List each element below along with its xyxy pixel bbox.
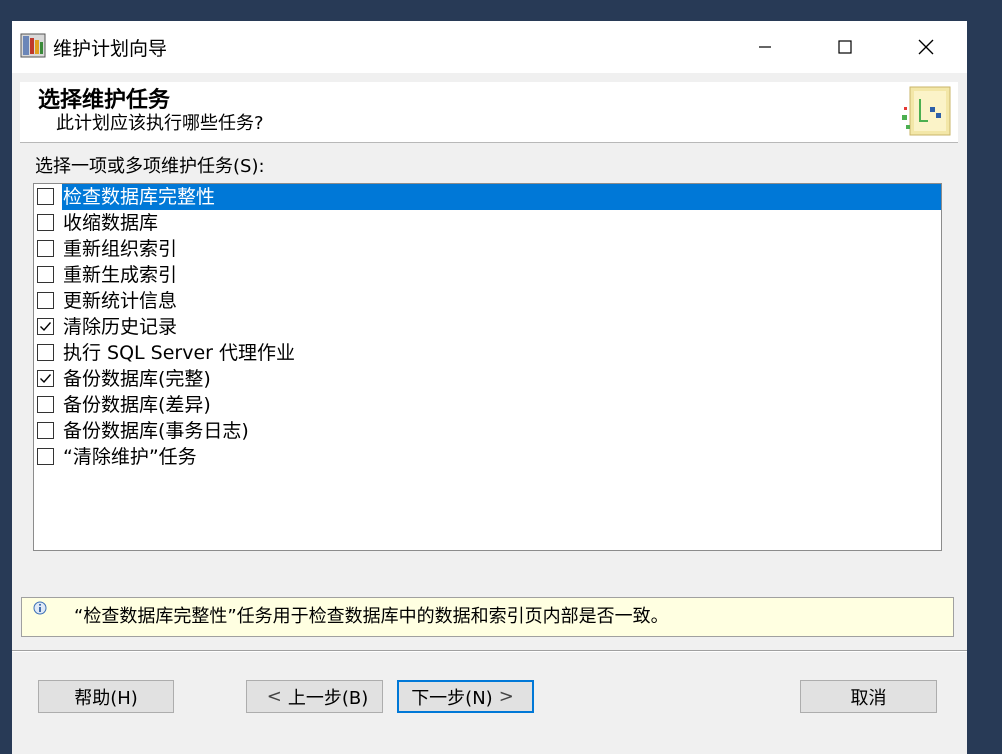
wizard-header: 选择维护任务 此计划应该执行哪些任务? [20, 82, 958, 143]
info-icon [33, 601, 47, 615]
list-item[interactable]: 执行 SQL Server 代理作业 [34, 340, 941, 366]
list-item[interactable]: 备份数据库(差异) [34, 392, 941, 418]
maximize-icon [838, 40, 852, 54]
task-description: “检查数据库完整性”任务用于检查数据库中的数据和索引页内部是否一致。 [74, 606, 669, 627]
list-item[interactable]: 清除历史记录 [34, 314, 941, 340]
next-button[interactable]: 下一步(N) > [397, 680, 534, 713]
window-title: 维护计划向导 [53, 38, 168, 60]
task-description-panel: “检查数据库完整性”任务用于检查数据库中的数据和索引页内部是否一致。 [21, 597, 954, 637]
back-button-label: 上一步(B) [287, 687, 369, 709]
task-checkbox[interactable] [37, 266, 54, 283]
list-item[interactable]: 重新组织索引 [34, 236, 941, 262]
list-item[interactable]: 重新生成索引 [34, 262, 941, 288]
cancel-button-label: 取消 [850, 687, 887, 709]
list-item[interactable]: 备份数据库(事务日志) [34, 418, 941, 444]
list-item[interactable]: 收缩数据库 [34, 210, 941, 236]
minimize-button[interactable] [739, 21, 791, 73]
task-label: 备份数据库(完整) [63, 368, 211, 390]
chevron-left-icon: < [266, 686, 282, 707]
task-checkbox[interactable] [37, 370, 54, 387]
checkmark-icon [40, 322, 52, 332]
page-subtitle: 此计划应该执行哪些任务? [56, 113, 264, 134]
minimize-icon [759, 46, 771, 48]
next-button-label: 下一步(N) [411, 687, 493, 709]
help-button[interactable]: 帮助(H) [38, 680, 174, 713]
close-button[interactable] [900, 21, 952, 73]
task-list-label: 选择一项或多项维护任务(S): [35, 156, 265, 177]
task-label: 收缩数据库 [63, 212, 159, 234]
help-button-label: 帮助(H) [74, 687, 138, 709]
list-item[interactable]: 检查数据库完整性 [34, 184, 941, 210]
task-label: 备份数据库(差异) [63, 394, 211, 416]
wizard-graphic-icon [902, 86, 951, 136]
list-item[interactable]: 更新统计信息 [34, 288, 941, 314]
cancel-button[interactable]: 取消 [800, 680, 937, 713]
task-checkbox[interactable] [37, 344, 54, 361]
task-label: 重新生成索引 [63, 264, 178, 286]
task-checkbox[interactable] [37, 240, 54, 257]
checkmark-icon [40, 374, 52, 384]
task-checkbox[interactable] [37, 214, 54, 231]
task-checkbox[interactable] [37, 422, 54, 439]
close-icon [918, 39, 934, 55]
task-label: 重新组织索引 [63, 238, 178, 260]
list-item[interactable]: “清除维护”任务 [34, 444, 941, 470]
divider [12, 650, 967, 652]
task-checkbox[interactable] [37, 318, 54, 335]
maximize-button[interactable] [819, 21, 871, 73]
task-label: 检查数据库完整性 [62, 184, 941, 210]
task-label: 备份数据库(事务日志) [63, 420, 249, 442]
title-bar[interactable]: 维护计划向导 [12, 21, 967, 73]
task-checkbox[interactable] [37, 448, 54, 465]
task-label: 执行 SQL Server 代理作业 [63, 342, 296, 364]
task-checkbox[interactable] [37, 292, 54, 309]
task-label: 清除历史记录 [63, 316, 178, 338]
app-icon [20, 33, 46, 58]
task-label: “清除维护”任务 [63, 446, 197, 468]
back-button[interactable]: < 上一步(B) [246, 680, 383, 713]
task-checkbox[interactable] [37, 396, 54, 413]
wizard-window: 维护计划向导 选择维护任务 此计划应该执行哪些任务? 选择一项或多项维护任务(S… [12, 21, 967, 754]
task-label: 更新统计信息 [63, 290, 178, 312]
list-item[interactable]: 备份数据库(完整) [34, 366, 941, 392]
task-checkbox[interactable] [37, 188, 54, 205]
task-listbox[interactable]: 检查数据库完整性 收缩数据库 重新组织索引 重新生成索引 更新统计信息 清除历史… [33, 183, 942, 551]
chevron-right-icon: > [498, 686, 514, 707]
